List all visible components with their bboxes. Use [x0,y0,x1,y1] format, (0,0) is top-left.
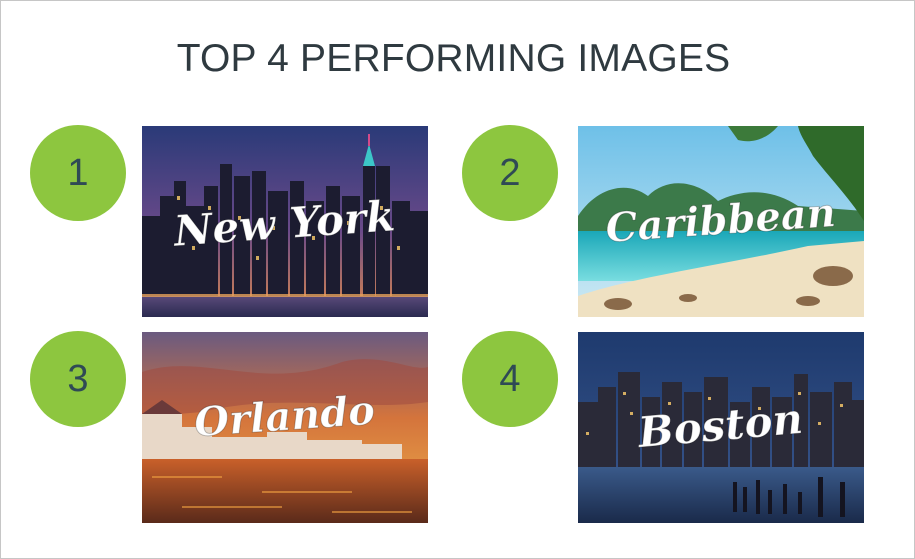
caribbean-image[interactable]: Caribbean [578,126,864,317]
rank-badge-4: 4 [462,331,558,427]
slide: TOP 4 PERFORMING IMAGES 1 2 3 4 New York… [0,0,915,559]
orlando-image[interactable]: Orlando [142,332,428,523]
slide-title: TOP 4 PERFORMING IMAGES [176,37,731,80]
rank-badge-3: 3 [30,331,126,427]
boston-image[interactable]: Boston [578,332,864,523]
rank-badge-1: 1 [30,125,126,221]
rank-badge-2: 2 [462,125,558,221]
new-york-image[interactable]: New York [142,126,428,317]
